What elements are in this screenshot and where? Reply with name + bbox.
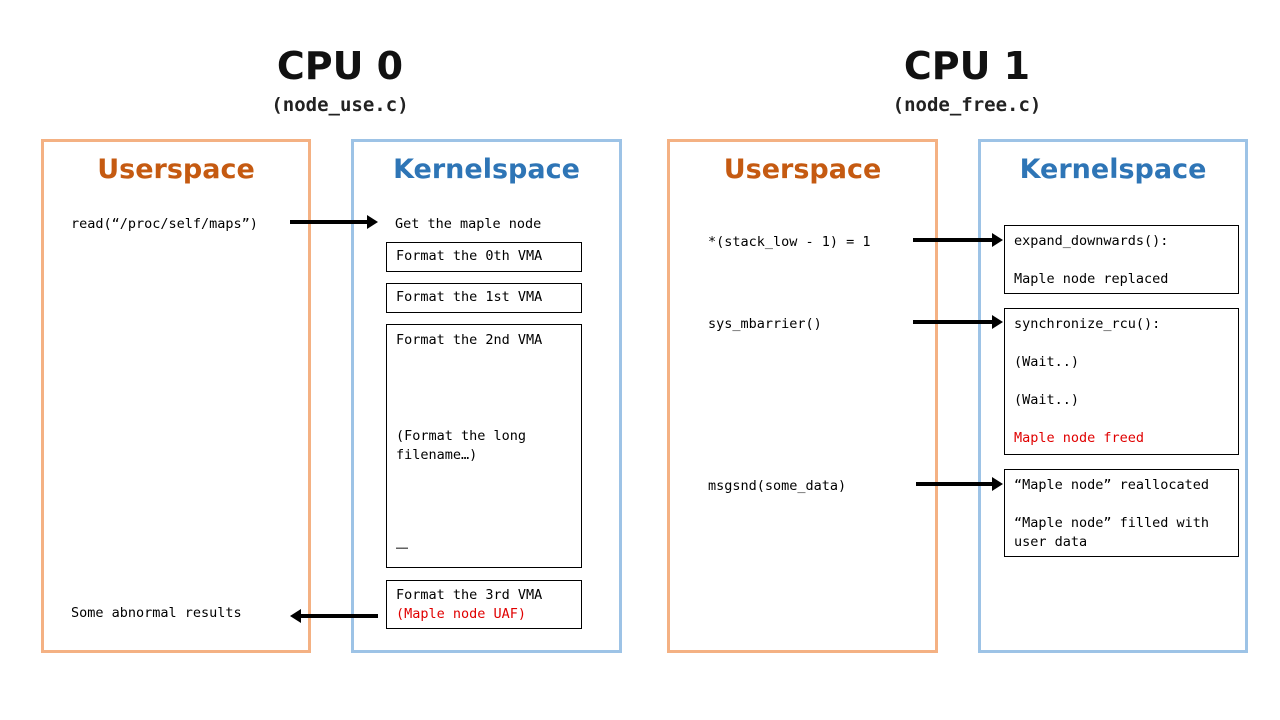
vma0-box: Format the 0th VMA bbox=[386, 242, 582, 272]
vma1-box: Format the 1st VMA bbox=[386, 283, 582, 313]
msgsnd-call: msgsnd(some_data) bbox=[708, 478, 847, 494]
vma2-label: Format the 2nd VMA bbox=[396, 332, 543, 348]
arrow-read-to-kernel bbox=[290, 215, 378, 229]
expand-downwards-box: expand_downwards(): Maple node replaced bbox=[1004, 225, 1239, 294]
vma2-long-filename: (Format the long bbox=[396, 428, 527, 444]
cpu1-file: (node_free.c) bbox=[892, 94, 1042, 116]
maple-node-uaf: (Maple node UAF) bbox=[396, 606, 527, 622]
wait-1: (Wait..) bbox=[1014, 354, 1080, 370]
wait-2: (Wait..) bbox=[1014, 392, 1080, 408]
cpu1-kernelspace-title: Kernelspace bbox=[1019, 154, 1207, 185]
synchronize-rcu-box: synchronize_rcu(): (Wait..) (Wait..) Map… bbox=[1004, 308, 1239, 455]
cpu0-abnormal-results: Some abnormal results bbox=[71, 605, 242, 621]
sys-mbarrier-call: sys_mbarrier() bbox=[708, 316, 822, 332]
vma2-box: Format the 2nd VMA (Format the long file… bbox=[386, 324, 582, 568]
vma2-ellipsis: …… bbox=[396, 541, 409, 552]
cpu0-userspace-panel: Userspace read(“/proc/self/maps”) Some a… bbox=[41, 139, 311, 653]
cpu0-kernelspace-title: Kernelspace bbox=[393, 154, 580, 185]
arrow-stack-to-expand bbox=[913, 233, 1003, 247]
cpu1-userspace-title: Userspace bbox=[723, 154, 882, 185]
expand-downwards-label: expand_downwards(): bbox=[1014, 233, 1169, 249]
cpu1-title: CPU 1 bbox=[903, 44, 1031, 88]
vma2-long-filename-2: filename…) bbox=[396, 447, 478, 463]
reallocated-box: “Maple node” reallocated “Maple node” fi… bbox=[1004, 469, 1239, 557]
arrow-msgsnd-to-realloc bbox=[916, 477, 1003, 491]
cpu0-file: (node_use.c) bbox=[271, 94, 409, 116]
maple-node-replaced: Maple node replaced bbox=[1014, 271, 1169, 287]
maple-node-filled-2: user data bbox=[1014, 534, 1088, 550]
stack-low-write: *(stack_low - 1) = 1 bbox=[708, 234, 871, 250]
arrow-mbarrier-to-sync bbox=[913, 315, 1003, 329]
cpu0-read-call: read(“/proc/self/maps”) bbox=[71, 216, 258, 232]
synchronize-rcu-label: synchronize_rcu(): bbox=[1014, 316, 1161, 332]
maple-node-filled: “Maple node” filled with bbox=[1014, 515, 1210, 531]
cpu1-userspace-panel: Userspace *(stack_low - 1) = 1 sys_mbarr… bbox=[667, 139, 938, 653]
cpu0-userspace-title: Userspace bbox=[97, 154, 255, 185]
cpu0-title: CPU 0 bbox=[276, 44, 404, 88]
maple-node-reallocated: “Maple node” reallocated bbox=[1014, 477, 1210, 493]
arrow-uaf-to-user bbox=[290, 609, 378, 623]
vma3-label: Format the 3rd VMA bbox=[396, 587, 543, 603]
get-maple-node: Get the maple node bbox=[395, 216, 542, 232]
vma3-box: Format the 3rd VMA (Maple node UAF) bbox=[386, 580, 582, 629]
maple-node-freed: Maple node freed bbox=[1014, 430, 1145, 446]
